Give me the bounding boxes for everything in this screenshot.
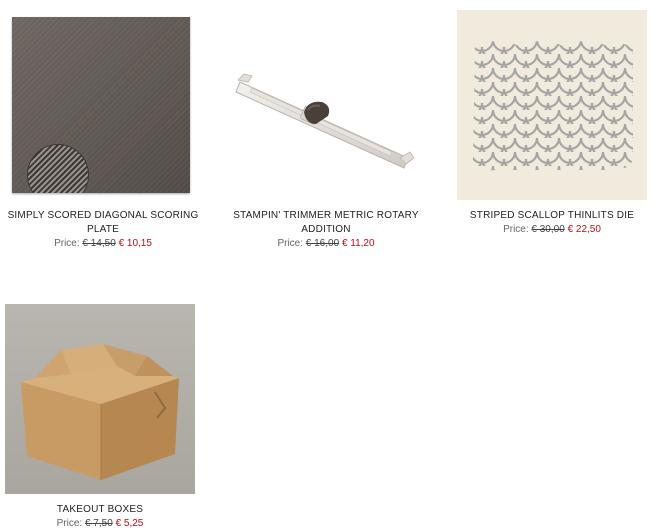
product-title-link[interactable]: STRIPED SCALLOP THINLITS DIE xyxy=(447,209,657,223)
takeout-box-image[interactable] xyxy=(5,304,195,494)
old-price: € 7,50 xyxy=(84,518,113,529)
trimmer-image[interactable] xyxy=(232,66,418,182)
product-title-link[interactable]: TAKEOUT BOXES xyxy=(0,503,205,517)
price-line: Price: € 30,00 € 22,50 xyxy=(447,224,657,236)
sale-price: € 5,25 xyxy=(115,518,144,529)
price-line: Price: € 14,50 € 10,15 xyxy=(0,238,208,250)
sale-price: € 11,20 xyxy=(341,238,375,249)
scallop-die-image[interactable] xyxy=(457,10,647,200)
takeout-box-icon xyxy=(21,344,179,480)
sale-price: € 22,50 xyxy=(567,224,601,235)
old-price: € 16,00 xyxy=(305,238,340,249)
price-line: Price: € 16,00 € 11,20 xyxy=(221,238,431,250)
product-title-link[interactable]: STAMPIN' TRIMMER METRIC ROTARY ADDITION xyxy=(221,209,431,237)
price-line: Price: € 7,50 € 5,25 xyxy=(0,518,205,530)
price-label: Price: xyxy=(503,224,529,235)
product-title-link[interactable]: SIMPLY SCORED DIAGONAL SCORING PLATE xyxy=(0,209,208,237)
diagonal-lines-detail-icon xyxy=(28,145,88,193)
old-price: € 14,50 xyxy=(82,238,116,249)
scallop-pattern-icon xyxy=(457,10,647,200)
sale-price: € 10,15 xyxy=(118,238,152,249)
price-label: Price: xyxy=(277,238,303,249)
price-label: Price: xyxy=(54,238,80,249)
price-label: Price: xyxy=(56,518,83,529)
old-price: € 30,00 xyxy=(531,224,565,235)
scoring-plate-image[interactable] xyxy=(12,17,190,193)
trimmer-icon xyxy=(235,73,415,169)
